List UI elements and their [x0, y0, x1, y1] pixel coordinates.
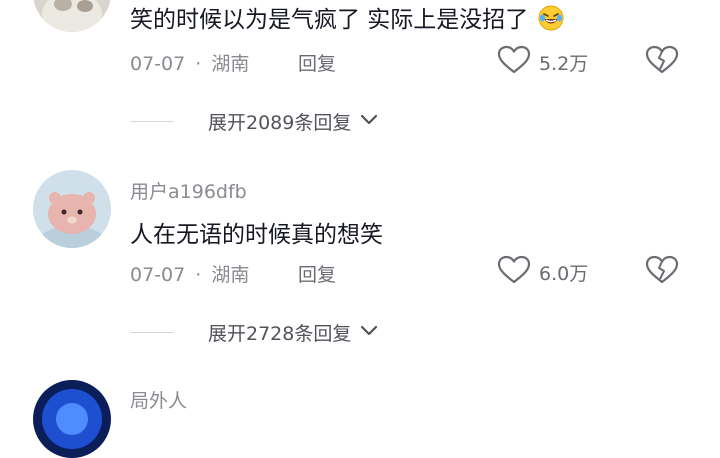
like-button[interactable]: 6.0万	[497, 255, 588, 289]
meta-separator: ·	[195, 53, 202, 75]
username[interactable]: 局外人	[130, 386, 187, 413]
heart-icon	[497, 45, 531, 79]
comment-date: 07-07	[130, 53, 186, 75]
dislike-button[interactable]	[645, 45, 679, 79]
broken-heart-icon	[645, 45, 679, 79]
rolling-laughing-emoji-icon	[538, 5, 564, 37]
comment-date: 07-07	[130, 264, 186, 286]
expand-replies-button[interactable]: 展开2089条回复	[130, 108, 379, 135]
like-button[interactable]: 5.2万	[497, 45, 588, 79]
avatar[interactable]	[33, 0, 111, 32]
comment-meta: 07-07 · 湖南	[130, 49, 249, 76]
like-count: 5.2万	[539, 52, 589, 75]
expand-replies-label: 展开2728条回复	[208, 323, 352, 345]
chevron-down-icon	[359, 323, 379, 342]
comment-meta: 07-07 · 湖南	[130, 260, 249, 287]
expand-replies-button[interactable]: 展开2728条回复	[130, 319, 379, 346]
comment-text: 笑的时候以为是气疯了 实际上是没招了	[130, 0, 564, 37]
chevron-down-icon	[359, 112, 379, 131]
reply-button[interactable]: 回复	[298, 49, 336, 76]
username[interactable]: 用户a196dfb	[130, 177, 247, 204]
expand-divider	[130, 120, 174, 123]
like-count: 6.0万	[539, 262, 589, 285]
comment-text: 人在无语的时候真的想笑	[130, 222, 383, 248]
expand-replies-label: 展开2089条回复	[208, 112, 352, 134]
reply-button[interactable]: 回复	[298, 260, 336, 287]
comment-location: 湖南	[211, 53, 250, 75]
avatar[interactable]	[33, 170, 111, 248]
dislike-button[interactable]	[645, 255, 679, 289]
broken-heart-icon	[645, 255, 679, 289]
comment-location: 湖南	[211, 264, 250, 286]
avatar[interactable]	[33, 380, 111, 458]
heart-icon	[497, 255, 531, 289]
meta-separator: ·	[195, 264, 202, 286]
expand-divider	[130, 331, 174, 334]
